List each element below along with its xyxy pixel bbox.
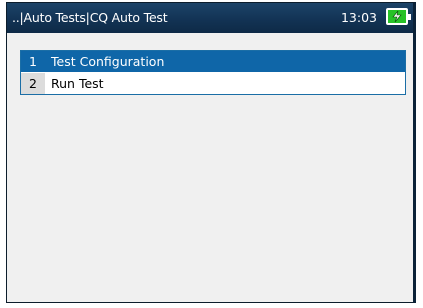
menu-item-label: Test Configuration [51,54,165,69]
device-screen: ..|Auto Tests|CQ Auto Test 13:03 1 Test … [6,2,416,303]
menu-item-number: 1 [29,54,37,69]
battery-charging-icon [386,8,411,25]
clock: 13:03 [340,10,377,25]
breadcrumb-title: ..|Auto Tests|CQ Auto Test [12,10,168,25]
menu-item-test-configuration[interactable]: 1 Test Configuration [21,51,405,72]
menu-item-number: 2 [21,73,45,94]
title-bar: ..|Auto Tests|CQ Auto Test 13:03 [7,3,413,33]
menu-item-run-test[interactable]: 2 Run Test [21,72,405,94]
menu-item-label: Run Test [51,76,104,91]
menu-list: 1 Test Configuration 2 Run Test [20,50,406,95]
